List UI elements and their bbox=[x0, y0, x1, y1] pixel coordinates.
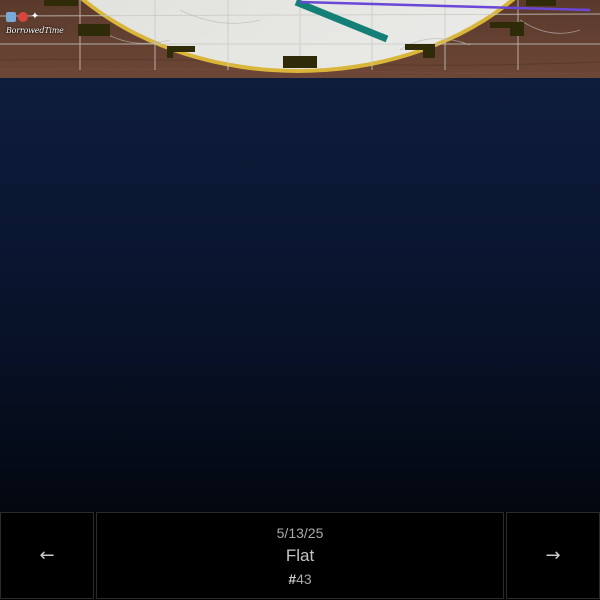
entry-title: Flat bbox=[285, 545, 315, 565]
entry-info: 5/13/25 Flat #43 bbox=[96, 512, 504, 599]
entry-number: #43 bbox=[288, 569, 311, 589]
watermark: ✦ BorrowedTime bbox=[6, 10, 76, 35]
numeral bbox=[167, 46, 173, 58]
entry-date: 5/13/25 bbox=[276, 524, 324, 541]
numeral bbox=[526, 0, 556, 6]
numeral bbox=[44, 0, 78, 6]
numeral bbox=[283, 56, 317, 68]
arrow-left-icon: ← bbox=[39, 545, 55, 566]
mail-icon bbox=[6, 12, 16, 22]
clock-face-svg bbox=[0, 0, 600, 78]
bottom-nav: ← 5/13/25 Flat #43 → bbox=[0, 512, 600, 600]
entry-number-value: 43 bbox=[296, 570, 312, 587]
previous-button[interactable]: ← bbox=[0, 512, 94, 599]
next-button[interactable]: → bbox=[506, 512, 600, 599]
numeral bbox=[510, 22, 524, 36]
arrow-right-icon: → bbox=[545, 545, 561, 566]
clock-image: ✦ BorrowedTime bbox=[0, 0, 600, 78]
watermark-text: BorrowedTime bbox=[6, 26, 64, 35]
main-panel bbox=[0, 78, 600, 512]
numeral bbox=[78, 24, 110, 36]
numeral bbox=[423, 44, 435, 58]
heart-icon bbox=[18, 12, 28, 22]
app-page: ✦ BorrowedTime ← 5/13/25 Flat #43 → bbox=[0, 0, 600, 600]
hash-icon: # bbox=[288, 570, 297, 587]
watermark-icons: ✦ bbox=[6, 10, 76, 24]
sparkle-icon: ✦ bbox=[30, 11, 40, 22]
